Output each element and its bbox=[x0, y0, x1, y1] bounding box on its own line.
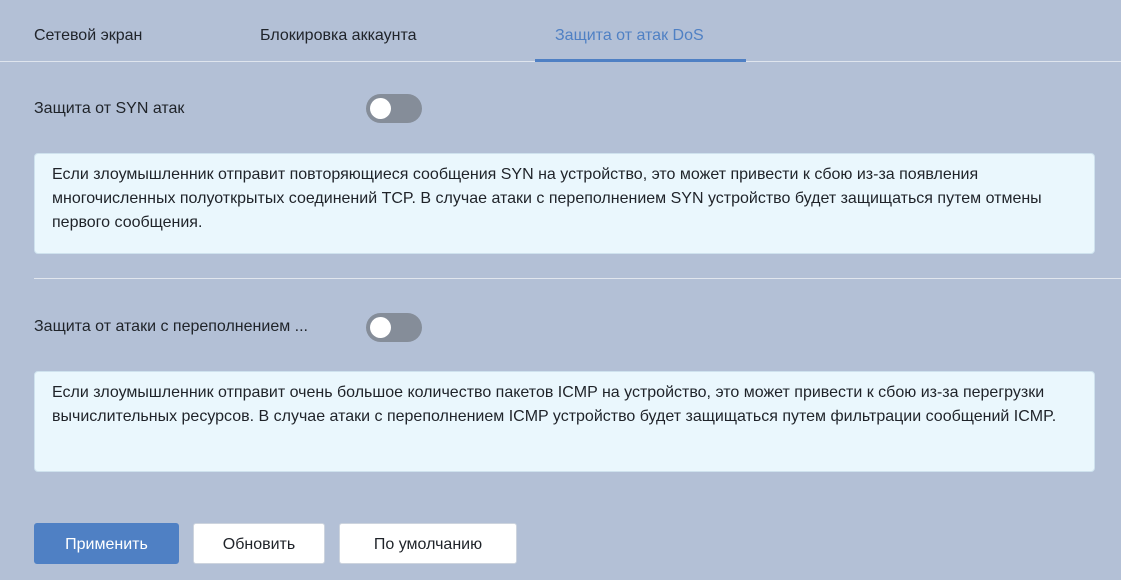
refresh-button[interactable]: Обновить bbox=[193, 523, 325, 564]
default-button[interactable]: По умолчанию bbox=[339, 523, 517, 564]
tab-account-lockout[interactable]: Блокировка аккаунта bbox=[260, 0, 417, 62]
toggle-knob bbox=[370, 317, 391, 338]
active-tab-indicator bbox=[535, 59, 746, 62]
syn-info-box: Если злоумышленник отправит повторяющиес… bbox=[34, 153, 1095, 254]
icmp-protection-label: Защита от атаки с переполнением ... bbox=[34, 318, 308, 335]
icmp-info-box: Если злоумышленник отправит очень большо… bbox=[34, 371, 1095, 472]
icmp-protection-toggle[interactable] bbox=[366, 313, 422, 342]
syn-protection-label: Защита от SYN атак bbox=[34, 100, 185, 117]
apply-button[interactable]: Применить bbox=[34, 523, 179, 564]
icmp-description: Если злоумышленник отправит очень большо… bbox=[52, 384, 1057, 425]
tab-dos-protection[interactable]: Защита от атак DoS bbox=[555, 0, 704, 62]
toggle-knob bbox=[370, 98, 391, 119]
syn-description: Если злоумышленник отправит повторяющиес… bbox=[52, 166, 1042, 231]
tab-firewall[interactable]: Сетевой экран bbox=[34, 0, 142, 62]
tab-bar: Сетевой экран Блокировка аккаунта Защита… bbox=[0, 0, 1121, 62]
syn-protection-toggle[interactable] bbox=[366, 94, 422, 123]
section-divider bbox=[34, 278, 1121, 279]
